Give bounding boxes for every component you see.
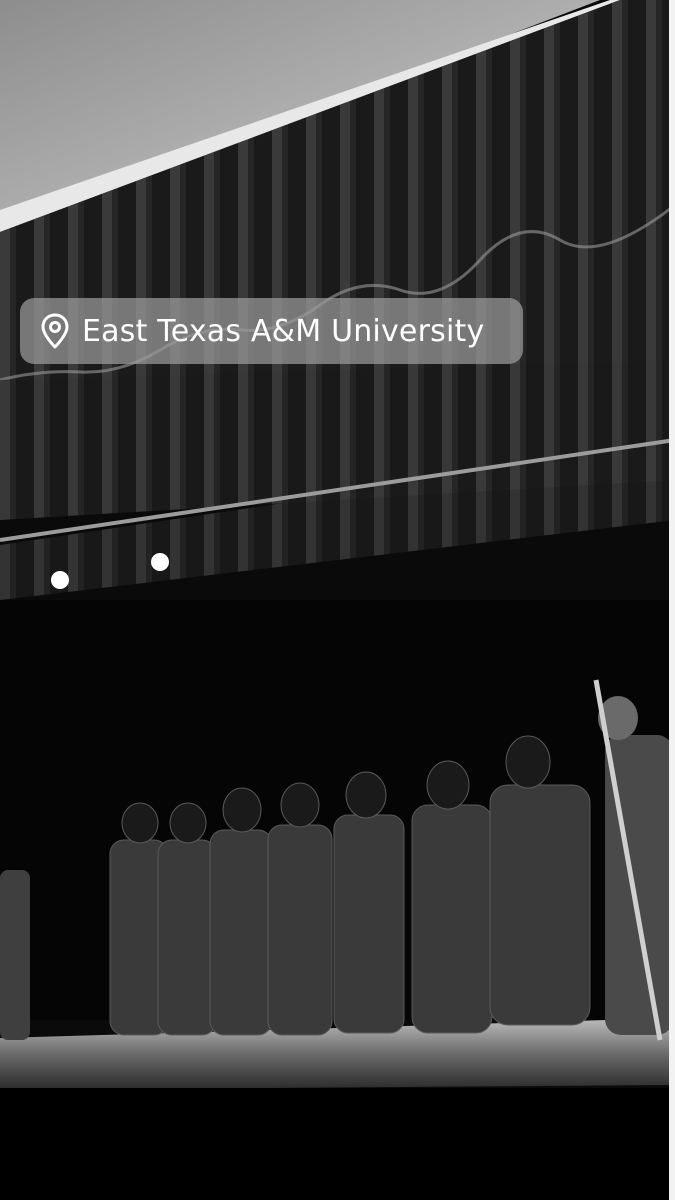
frame-border: [669, 0, 675, 1200]
stage-light: [151, 553, 169, 571]
stage-light: [51, 571, 69, 589]
location-pin-icon: [40, 313, 70, 349]
location-label: East Texas A&M University: [82, 313, 485, 349]
location-sticker[interactable]: East Texas A&M University: [20, 298, 523, 364]
side-person: [0, 870, 30, 1040]
stage-photo: [0, 0, 675, 1200]
